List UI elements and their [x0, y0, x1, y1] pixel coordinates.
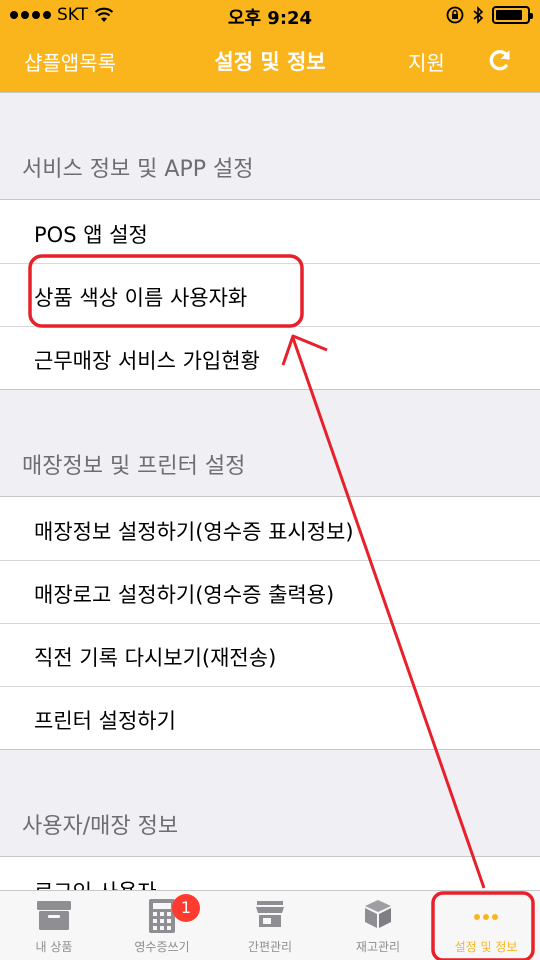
refresh-icon[interactable]: [486, 46, 514, 74]
section-service-list: POS 앱 설정 상품 색상 이름 사용자화 근무매장 서비스 가입현황: [0, 199, 540, 390]
section-store-printer-list: 매장정보 설정하기(영수증 표시정보) 매장로고 설정하기(영수증 출력용) 직…: [0, 496, 540, 750]
row-label: 매장정보 설정하기(영수증 표시정보): [34, 520, 354, 544]
status-right: [446, 6, 533, 24]
page-title: 설정 및 정보: [214, 50, 326, 74]
section-header-label: 서비스 정보 및 APP 설정: [22, 157, 254, 182]
tab-simple-management[interactable]: 간편관리: [216, 891, 324, 960]
row-store-info-settings[interactable]: 매장정보 설정하기(영수증 표시정보): [0, 497, 540, 560]
row-previous-record-view[interactable]: 직전 기록 다시보기(재전송): [0, 623, 540, 686]
tab-bar: 내 상품 영수증쓰기 간편관리 재고관리 설정 및 정보: [0, 890, 540, 960]
tab-label: 영수증쓰기: [134, 940, 190, 954]
tab-label: 간편관리: [247, 940, 293, 954]
row-label: 직전 기록 다시보기(재전송): [34, 646, 277, 670]
row-label: 근무매장 서비스 가입현황: [34, 349, 260, 373]
row-store-logo-settings[interactable]: 매장로고 설정하기(영수증 출력용): [0, 560, 540, 623]
row-product-color-name-custom[interactable]: 상품 색상 이름 사용자화: [0, 263, 540, 326]
tab-inventory[interactable]: 재고관리: [324, 891, 432, 960]
calculator-icon: [149, 899, 175, 933]
row-label: POS 앱 설정: [34, 223, 148, 247]
row-logged-in-user[interactable]: 로그인 사용자: [0, 857, 540, 890]
section-header-store-printer: 매장정보 및 프린터 설정: [0, 390, 540, 496]
row-pos-app-settings[interactable]: POS 앱 설정: [0, 200, 540, 263]
cube-icon: [365, 900, 391, 928]
orientation-lock-icon: [446, 6, 464, 24]
tab-settings-info[interactable]: 설정 및 정보: [432, 891, 540, 960]
row-label: 상품 색상 이름 사용자화: [34, 286, 248, 310]
tab-label: 재고관리: [355, 940, 401, 954]
archive-box-icon: [37, 901, 71, 930]
row-store-service-subscription[interactable]: 근무매장 서비스 가입현황: [0, 326, 540, 389]
battery-fill: [496, 10, 522, 20]
section-header-user-store: 사용자/매장 정보: [0, 750, 540, 856]
notification-badge: 1: [172, 894, 200, 922]
settings-list[interactable]: 서비스 정보 및 APP 설정 POS 앱 설정 상품 색상 이름 사용자화 근…: [0, 92, 540, 890]
row-printer-settings[interactable]: 프린터 설정하기: [0, 686, 540, 749]
section-header-service: 서비스 정보 및 APP 설정: [0, 93, 540, 199]
navigation-bar: 샵플앱목록 설정 및 정보 지원: [0, 30, 540, 92]
section-user-store-list: 로그인 사용자: [0, 856, 540, 890]
row-label: 프린터 설정하기: [34, 709, 176, 733]
section-header-label: 매장정보 및 프린터 설정: [22, 454, 246, 479]
support-button[interactable]: 지원: [408, 47, 445, 76]
battery-icon: [492, 6, 533, 24]
section-header-label: 사용자/매장 정보: [22, 814, 179, 839]
more-dots-icon: [474, 914, 498, 920]
tab-label: 설정 및 정보: [454, 940, 518, 954]
store-icon: [256, 901, 284, 927]
bluetooth-icon: [473, 6, 484, 24]
tab-label: 내 상품: [35, 940, 73, 954]
row-label: 매장로고 설정하기(영수증 출력용): [34, 583, 335, 607]
status-bar: SKT 오후 9:24: [0, 0, 540, 30]
row-label: 로그인 사용자: [34, 876, 157, 890]
tab-my-products[interactable]: 내 상품: [0, 891, 108, 960]
tab-receipt[interactable]: 영수증쓰기: [108, 891, 216, 960]
